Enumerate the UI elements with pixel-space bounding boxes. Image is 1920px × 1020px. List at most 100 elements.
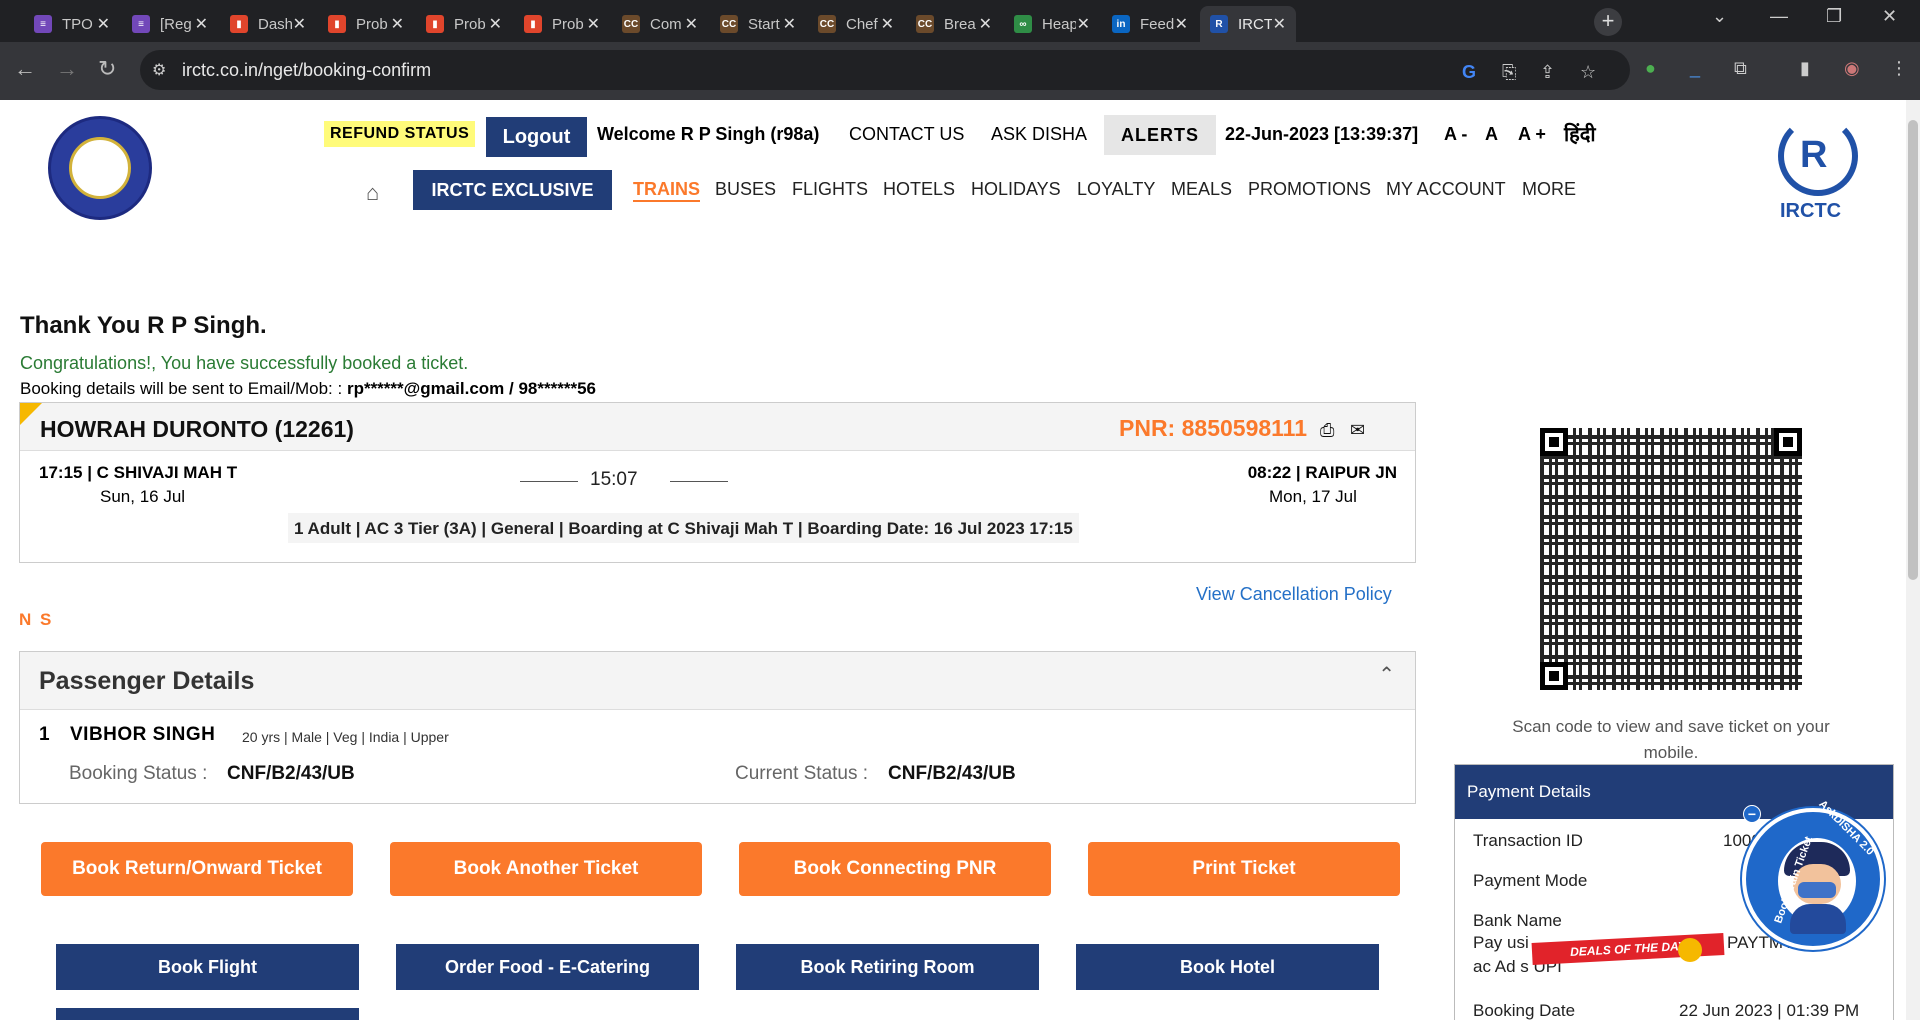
- url-text[interactable]: irctc.co.in/nget/booking-confirm: [182, 60, 431, 81]
- close-window-icon[interactable]: ✕: [1882, 6, 1897, 27]
- browser-tab-strip: ≡ TPO ✕ ≡ [Reg ✕ ▮ Dash ✕ ▮ Prob ✕ ▮ Prob ✕ ▮ Prob ✕ CC Com…: [0, 0, 1920, 42]
- omnibox[interactable]: ⚙ irctc.co.in/nget/booking-confirm G ⎘ ⇪…: [140, 50, 1630, 90]
- menu-item-holidays[interactable]: HOLIDAYS: [971, 179, 1061, 200]
- email-icon[interactable]: ✉: [1350, 420, 1365, 441]
- forward-icon[interactable]: →: [56, 56, 78, 82]
- hindi-language-link[interactable]: हिंदी: [1564, 120, 1596, 147]
- close-tab-icon[interactable]: ✕: [979, 14, 992, 34]
- book-connecting-pnr-button[interactable]: Book Connecting PNR: [739, 842, 1051, 896]
- book-hotel-button[interactable]: Book Hotel: [1076, 944, 1379, 990]
- font-increase-button[interactable]: A +: [1518, 124, 1546, 145]
- print-icon[interactable]: ⎙: [1320, 420, 1334, 441]
- menu-item-loyalty[interactable]: LOYALTY: [1077, 179, 1155, 200]
- indian-railways-logo[interactable]: [48, 116, 152, 220]
- journey-duration: 15:07: [590, 469, 638, 490]
- close-tab-icon[interactable]: ✕: [685, 14, 698, 34]
- ns-label: N S: [19, 610, 54, 629]
- alerts-button[interactable]: ALERTS: [1104, 115, 1216, 155]
- scrollbar-thumb[interactable]: [1908, 120, 1918, 580]
- extension-blue-icon[interactable]: _: [1690, 58, 1700, 79]
- close-tab-icon[interactable]: ✕: [195, 14, 208, 34]
- book-return-onward-button[interactable]: Book Return/Onward Ticket: [41, 842, 353, 896]
- view-cancellation-policy-link[interactable]: View Cancellation Policy: [1196, 584, 1392, 605]
- browser-menu-icon[interactable]: ⋮: [1890, 58, 1908, 79]
- order-food-button[interactable]: Order Food - E-Catering: [396, 944, 699, 990]
- print-ticket-button[interactable]: Print Ticket: [1088, 842, 1400, 896]
- close-tab-icon[interactable]: ✕: [1273, 14, 1286, 34]
- browser-tab[interactable]: ▮ Dash ✕: [220, 6, 316, 42]
- close-tab-icon[interactable]: ✕: [293, 14, 306, 34]
- passenger-details-header[interactable]: Passenger Details ⌃: [20, 652, 1415, 710]
- bar-chart-icon: ▮: [328, 15, 346, 33]
- ask-disha-chatbot-button[interactable]: AskDISHA 2.0 Book Train Ticket: [1742, 798, 1884, 950]
- book-retiring-room-button[interactable]: Book Retiring Room: [736, 944, 1039, 990]
- menu-item-meals[interactable]: MEALS: [1171, 179, 1232, 200]
- back-icon[interactable]: ←: [14, 56, 36, 82]
- install-app-icon[interactable]: ⎘: [1502, 62, 1516, 83]
- google-lens-icon[interactable]: G: [1462, 62, 1476, 83]
- refund-status-link[interactable]: REFUND STATUS: [324, 121, 476, 147]
- irctc-exclusive-button[interactable]: IRCTC EXCLUSIVE: [413, 170, 612, 210]
- tab-search-icon[interactable]: ⌄: [1712, 6, 1727, 27]
- close-tab-icon[interactable]: ✕: [881, 14, 894, 34]
- book-flight-button[interactable]: Book Flight: [56, 944, 359, 990]
- side-panel-icon[interactable]: ▮: [1800, 58, 1810, 79]
- thank-you-heading: Thank You R P Singh.: [20, 312, 267, 339]
- close-tab-icon[interactable]: ✕: [97, 14, 110, 34]
- logo-emblem: [69, 137, 131, 199]
- share-icon[interactable]: ⇪: [1540, 62, 1555, 83]
- contact-details-label: Booking details will be sent to Email/Mo…: [20, 379, 343, 398]
- chevron-up-icon[interactable]: ⌃: [1378, 662, 1395, 687]
- browser-tab[interactable]: ▮ Prob ✕: [318, 6, 414, 42]
- minimize-chatbot-icon[interactable]: −: [1743, 805, 1761, 823]
- reload-icon[interactable]: ↻: [98, 56, 116, 82]
- menu-item-buses[interactable]: BUSES: [715, 179, 776, 200]
- minimize-icon[interactable]: —: [1770, 6, 1788, 27]
- browser-tab[interactable]: CC Chef ✕: [808, 6, 904, 42]
- contact-us-link[interactable]: CONTACT US: [849, 124, 964, 145]
- menu-item-promotions[interactable]: PROMOTIONS: [1248, 179, 1371, 200]
- browser-tab[interactable]: CC Start ✕: [710, 6, 806, 42]
- close-tab-icon[interactable]: ✕: [783, 14, 796, 34]
- browser-tab[interactable]: ▮ Prob ✕: [514, 6, 610, 42]
- close-tab-icon[interactable]: ✕: [1175, 14, 1188, 34]
- profile-avatar[interactable]: ◉: [1844, 58, 1860, 79]
- bookmark-star-icon[interactable]: ☆: [1580, 62, 1596, 83]
- extensions-puzzle-icon[interactable]: ⧉: [1734, 58, 1747, 79]
- font-normal-button[interactable]: A: [1485, 124, 1498, 145]
- ask-disha-link[interactable]: ASK DISHA: [991, 124, 1087, 145]
- close-tab-icon[interactable]: ✕: [489, 14, 502, 34]
- menu-item-trains[interactable]: TRAINS: [633, 179, 700, 202]
- menu-item-flights[interactable]: FLIGHTS: [792, 179, 868, 200]
- irctc-logo[interactable]: R IRCTC: [1770, 116, 1866, 226]
- browser-tab[interactable]: CC Brea ✕: [906, 6, 1002, 42]
- close-tab-icon[interactable]: ✕: [587, 14, 600, 34]
- menu-item-hotels[interactable]: HOTELS: [883, 179, 955, 200]
- browser-tab[interactable]: ▮ Prob ✕: [416, 6, 512, 42]
- close-tab-icon[interactable]: ✕: [391, 14, 404, 34]
- current-status-value: CNF/B2/43/UB: [888, 763, 1016, 784]
- tab-title: Prob: [552, 15, 584, 33]
- train-name: HOWRAH DURONTO (12261): [40, 416, 354, 442]
- tab-title: Prob: [356, 15, 388, 33]
- bar-chart-icon: ▮: [230, 15, 248, 33]
- browser-tab[interactable]: CC Com ✕: [612, 6, 708, 42]
- extension-green-icon[interactable]: ●: [1645, 58, 1656, 79]
- font-decrease-button[interactable]: A -: [1444, 124, 1467, 145]
- close-tab-icon[interactable]: ✕: [1077, 14, 1090, 34]
- maximize-icon[interactable]: ❐: [1826, 6, 1842, 27]
- browser-tab[interactable]: ∞ Heap ✕: [1004, 6, 1100, 42]
- logout-button[interactable]: Logout: [486, 117, 587, 157]
- browser-tab[interactable]: ≡ [Reg ✕: [122, 6, 218, 42]
- browser-tab[interactable]: R IRCTC✕: [1200, 6, 1296, 42]
- menu-item-more[interactable]: MORE: [1522, 179, 1576, 200]
- menu-item-my-account[interactable]: MY ACCOUNT: [1386, 179, 1506, 200]
- browser-tab[interactable]: ≡ TPO ✕: [24, 6, 120, 42]
- scrollbar[interactable]: [1906, 100, 1920, 1020]
- site-info-icon[interactable]: ⚙: [152, 60, 166, 80]
- home-icon[interactable]: ⌂: [366, 180, 379, 206]
- book-another-ticket-button[interactable]: Book Another Ticket: [390, 842, 702, 896]
- more-services-button[interactable]: [56, 1008, 359, 1020]
- browser-tab[interactable]: in Feed ✕: [1102, 6, 1198, 42]
- new-tab-button[interactable]: +: [1594, 8, 1622, 36]
